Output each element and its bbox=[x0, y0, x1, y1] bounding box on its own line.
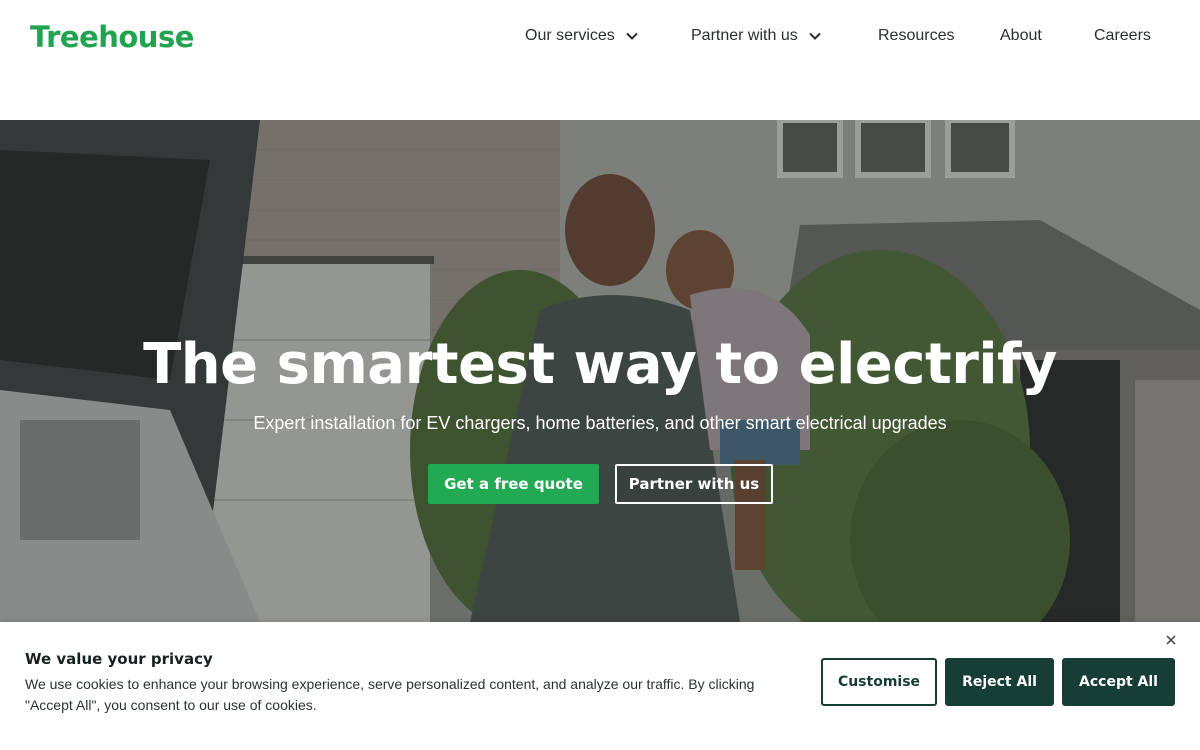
customise-button[interactable]: Customise bbox=[821, 658, 937, 706]
nav-item-partner-with-us[interactable]: Partner with us bbox=[691, 27, 822, 45]
accept-all-button[interactable]: Accept All bbox=[1062, 658, 1175, 706]
nav-item-our-services[interactable]: Our services bbox=[525, 27, 639, 45]
hero-subtitle: Expert installation for EV chargers, hom… bbox=[253, 413, 947, 433]
site-header: Treehouse Our services Partner with us R… bbox=[0, 0, 1200, 120]
nav-item-resources[interactable]: Resources bbox=[878, 27, 954, 45]
main-nav: Our services Partner with us Resources A… bbox=[0, 27, 1200, 51]
close-icon[interactable] bbox=[1163, 632, 1179, 648]
cookie-title: We value your privacy bbox=[25, 650, 213, 668]
nav-item-label: Resources bbox=[878, 27, 955, 44]
nav-item-about[interactable]: About bbox=[1000, 27, 1042, 45]
reject-all-button[interactable]: Reject All bbox=[945, 658, 1054, 706]
cookie-banner: We value your privacy We use cookies to … bbox=[0, 622, 1200, 750]
nav-item-label: Our services bbox=[525, 27, 615, 44]
get-free-quote-button[interactable]: Get a free quote bbox=[428, 464, 599, 504]
hero-title: The smartest way to electrify bbox=[143, 332, 1057, 397]
nav-item-label: Partner with us bbox=[691, 27, 798, 44]
nav-item-label: Careers bbox=[1094, 27, 1151, 44]
nav-item-careers[interactable]: Careers bbox=[1094, 27, 1151, 45]
nav-item-label: About bbox=[1000, 27, 1042, 44]
partner-with-us-button[interactable]: Partner with us bbox=[615, 464, 773, 504]
chevron-down-icon bbox=[809, 32, 821, 40]
chevron-down-icon bbox=[626, 32, 638, 40]
hero-section: The smartest way to electrify Expert ins… bbox=[0, 120, 1200, 622]
cookie-text: We use cookies to enhance your browsing … bbox=[25, 676, 755, 713]
